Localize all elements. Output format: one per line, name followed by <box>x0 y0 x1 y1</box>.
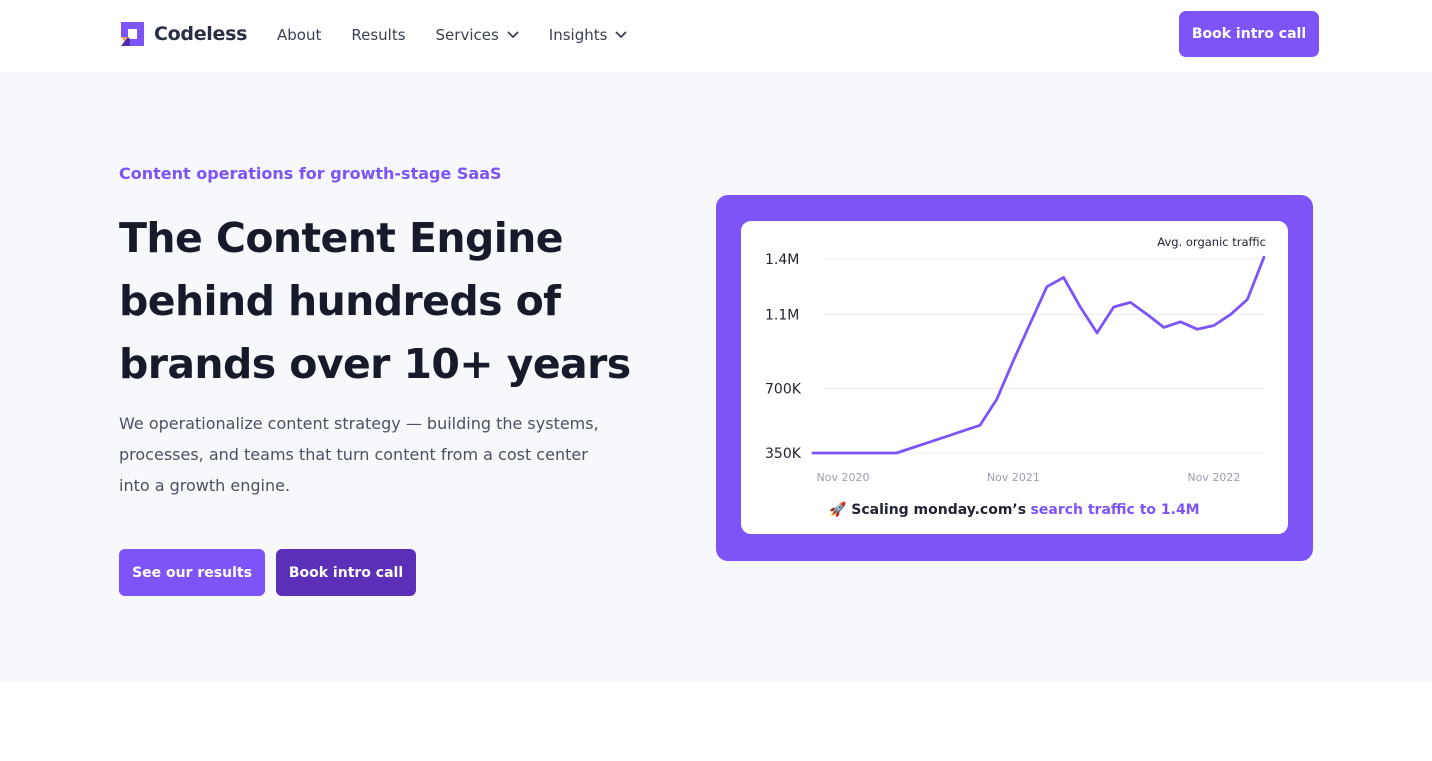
x-tick-label: Nov 2021 <box>987 471 1040 484</box>
chart-caption: 🚀 Scaling monday.com’s search traffic to… <box>741 502 1288 518</box>
nav-item-insights[interactable]: Insights <box>549 26 628 44</box>
chevron-down-icon <box>616 31 627 38</box>
y-tick-label: 350K <box>765 446 802 462</box>
headline-line: The Content Engine <box>119 214 564 262</box>
hero-section: Content operations for growth-stage SaaS… <box>0 72 1432 682</box>
logo-text: Codeless <box>154 23 248 45</box>
nav-item-services[interactable]: Services <box>436 26 519 44</box>
y-tick-label: 700K <box>765 381 802 397</box>
series-line-organic-traffic <box>811 255 1266 455</box>
case-study-chart-frame: 1.4M 1.1M 700K 350K Nov 2020 Nov 2021 Nov 202… <box>716 195 1313 561</box>
book-intro-call-button[interactable]: Book intro call <box>1179 11 1319 57</box>
chevron-down-icon <box>507 31 519 38</box>
nav-item-label: Services <box>435 26 499 44</box>
nav-item-label: Insights <box>548 26 608 44</box>
description-line: into a growth engine. <box>119 476 291 495</box>
hero-description: We operationalize content strategy — bui… <box>119 408 619 501</box>
x-tick-label: Nov 2020 <box>817 471 870 484</box>
logo-link[interactable]: Codeless <box>119 20 247 48</box>
see-our-results-button[interactable]: See our results <box>119 549 265 596</box>
nav-item-label: About <box>277 26 322 44</box>
chart-title: Avg. organic traffic <box>1157 235 1266 249</box>
description-line: processes, and teams that turn content f… <box>119 445 588 464</box>
codeless-logo-icon <box>121 22 144 46</box>
nav-item-about[interactable]: About <box>277 26 321 44</box>
rocket-icon: 🚀 <box>829 502 847 518</box>
site-header: Codeless About Results Services Insights… <box>0 0 1432 72</box>
y-tick-label: 1.1M <box>765 307 799 323</box>
hero-kicker: Content operations for growth-stage SaaS <box>119 164 502 183</box>
traffic-line-chart: 1.4M 1.1M 700K 350K Nov 2020 Nov 2021 Nov 202… <box>765 235 1266 484</box>
description-line: We operationalize content strategy — bui… <box>119 414 599 433</box>
book-intro-call-hero-button[interactable]: Book intro call <box>276 549 416 596</box>
headline-line: brands over 10+ years <box>119 340 631 388</box>
main-nav: About Results Services Insights <box>277 24 657 46</box>
nav-item-label: Results <box>351 26 406 44</box>
chart-caption-highlight: search traffic to 1.4M <box>1030 502 1200 518</box>
x-tick-label: Nov 2022 <box>1187 471 1240 484</box>
chart-card: 1.4M 1.1M 700K 350K Nov 2020 Nov 2021 Nov 202… <box>741 221 1288 534</box>
chart-caption-prefix: Scaling monday.com’s <box>851 502 1027 518</box>
headline-line: behind hundreds of <box>119 277 561 325</box>
nav-item-results[interactable]: Results <box>351 26 405 44</box>
y-tick-label: 1.4M <box>765 252 799 268</box>
hero-headline: The Content Engine behind hundreds of br… <box>119 207 631 396</box>
